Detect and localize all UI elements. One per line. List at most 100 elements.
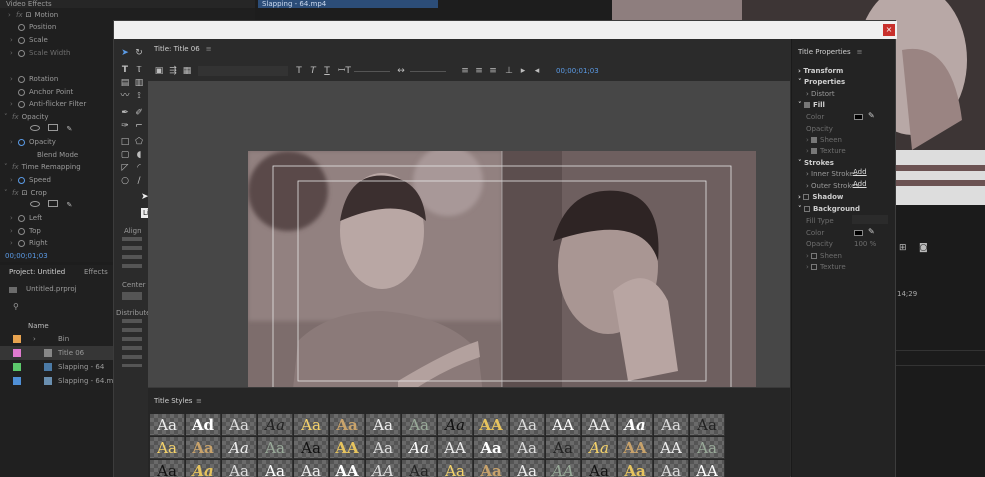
inner-strokes[interactable]: › Inner Strokes bbox=[806, 170, 857, 178]
props-menu-icon[interactable]: ≡ bbox=[857, 48, 863, 56]
rectangle-mask-icon[interactable] bbox=[48, 200, 59, 207]
italic-icon[interactable]: T bbox=[308, 66, 318, 76]
title-style-swatch[interactable]: Aa bbox=[222, 414, 257, 436]
title-style-swatch[interactable]: Aa bbox=[618, 460, 653, 477]
section-background[interactable]: ˅ Background bbox=[798, 205, 860, 213]
title-style-swatch[interactable]: Aa bbox=[366, 414, 401, 436]
stopwatch-icon[interactable] bbox=[18, 49, 25, 57]
rounded-corner-icon[interactable]: ◖ bbox=[134, 150, 144, 160]
add-anchor-icon[interactable]: ✑ bbox=[120, 121, 130, 131]
font-size-icon[interactable]: ꟷT bbox=[338, 66, 351, 76]
title-style-swatch[interactable]: Aa bbox=[294, 437, 329, 459]
fill-texture[interactable]: › Texture bbox=[806, 147, 846, 155]
title-style-swatch[interactable]: AA bbox=[618, 437, 653, 459]
title-style-swatch[interactable]: Aa bbox=[438, 414, 473, 436]
tab-stops-icon[interactable]: ⊥ bbox=[504, 66, 514, 76]
col-name[interactable]: Name bbox=[28, 322, 49, 330]
templates-icon[interactable]: ▦ bbox=[182, 66, 192, 76]
bold-icon[interactable]: T bbox=[294, 66, 304, 76]
rounded-rect-icon[interactable]: ▢ bbox=[120, 150, 130, 160]
fill-type-dropdown[interactable] bbox=[852, 215, 888, 224]
align-center-icon[interactable]: ≡ bbox=[474, 66, 484, 76]
stopwatch-icon[interactable] bbox=[18, 23, 25, 31]
title-style-swatch[interactable]: Aa bbox=[546, 437, 581, 459]
selection-tool-icon[interactable]: ➤ bbox=[120, 48, 130, 58]
camera-icon[interactable]: ◙ bbox=[919, 243, 928, 253]
title-style-swatch[interactable]: Aa bbox=[474, 437, 509, 459]
line-tool-icon[interactable]: ∕ bbox=[134, 176, 144, 186]
title-style-swatch[interactable]: Aa bbox=[258, 460, 293, 477]
stopwatch-icon[interactable] bbox=[18, 36, 25, 44]
rectangle-tool-icon[interactable]: □ bbox=[120, 137, 130, 147]
title-style-swatch[interactable]: Aa bbox=[510, 414, 545, 436]
stopwatch-icon[interactable] bbox=[18, 227, 25, 235]
new-title-icon[interactable]: ▣ bbox=[154, 66, 164, 76]
show-video-icon[interactable]: ▸ bbox=[518, 66, 528, 76]
insert-icon[interactable]: ⊞ bbox=[899, 243, 907, 253]
stopwatch-icon[interactable] bbox=[18, 138, 25, 146]
stopwatch-icon[interactable] bbox=[18, 75, 25, 83]
align-left-icon[interactable]: ≡ bbox=[460, 66, 470, 76]
title-style-swatch[interactable]: Aa bbox=[294, 414, 329, 436]
title-style-swatch[interactable]: Aa bbox=[618, 414, 653, 436]
kerning-field[interactable] bbox=[410, 71, 446, 72]
title-style-swatch[interactable]: Aa bbox=[258, 414, 293, 436]
title-style-swatch[interactable]: Aa bbox=[654, 414, 689, 436]
section-shadow[interactable]: › Shadow bbox=[798, 193, 843, 201]
pen-mask-icon[interactable]: ✎ bbox=[66, 125, 72, 133]
stopwatch-icon[interactable] bbox=[18, 176, 25, 184]
title-tab[interactable]: Title: Title 06 ≡ bbox=[154, 45, 212, 53]
title-style-swatch[interactable]: Aa bbox=[438, 460, 473, 477]
underline-icon[interactable]: T bbox=[322, 66, 332, 76]
add-inner-stroke-button[interactable]: Add bbox=[853, 168, 867, 176]
area-type-tool-icon[interactable]: ▤ bbox=[120, 78, 130, 88]
fill-sheen[interactable]: › Sheen bbox=[806, 136, 842, 144]
titler-timecode[interactable]: 00;00;01;03 bbox=[556, 67, 599, 75]
vertical-path-type-icon[interactable]: ⟟ bbox=[134, 91, 144, 101]
align-buttons[interactable] bbox=[122, 237, 142, 273]
close-button[interactable]: × bbox=[883, 24, 895, 36]
styles-menu-icon[interactable]: ≡ bbox=[196, 397, 202, 405]
pen-tool-icon[interactable]: ✒ bbox=[120, 108, 130, 118]
font-size-field[interactable] bbox=[354, 71, 390, 72]
roll-crawl-icon[interactable]: ⇶ bbox=[168, 66, 178, 76]
vertical-type-tool-icon[interactable]: Ⲧ bbox=[134, 65, 144, 75]
title-style-swatch[interactable]: Aa bbox=[582, 460, 617, 477]
arc-tool-icon[interactable]: ◜ bbox=[134, 163, 144, 173]
add-outer-stroke-button[interactable]: Add bbox=[853, 180, 867, 188]
ellipse-tool-icon[interactable]: ○ bbox=[120, 176, 130, 186]
center-buttons[interactable] bbox=[122, 292, 142, 300]
convert-anchor-icon[interactable]: ⌐ bbox=[134, 121, 144, 131]
title-style-swatch[interactable]: Aa bbox=[150, 414, 185, 436]
section-strokes[interactable]: ˅ Strokes bbox=[798, 159, 834, 167]
bg-color-swatch[interactable] bbox=[854, 230, 863, 236]
title-style-swatch[interactable]: AA bbox=[546, 414, 581, 436]
title-style-swatch[interactable]: AA bbox=[438, 437, 473, 459]
title-style-swatch[interactable]: Aa bbox=[474, 460, 509, 477]
title-style-swatch[interactable]: Aa bbox=[690, 414, 725, 436]
tab-effects[interactable]: Effects bbox=[84, 268, 108, 276]
title-style-swatch[interactable]: AA bbox=[582, 414, 617, 436]
title-style-swatch[interactable]: Aa bbox=[294, 460, 329, 477]
section-properties[interactable]: ˅ Properties bbox=[798, 78, 845, 86]
title-style-swatch[interactable]: Aa bbox=[258, 437, 293, 459]
title-style-swatch[interactable]: AA bbox=[654, 437, 689, 459]
bg-opacity-value[interactable]: 100 % bbox=[854, 240, 876, 248]
title-style-swatch[interactable]: Aa bbox=[222, 460, 257, 477]
list-item[interactable]: Slapping - 64.mp4 bbox=[0, 374, 122, 388]
align-right-icon[interactable]: ≡ bbox=[488, 66, 498, 76]
stopwatch-icon[interactable] bbox=[18, 239, 25, 247]
bg-texture[interactable]: › Texture bbox=[806, 263, 846, 271]
delete-anchor-icon[interactable]: ✐ bbox=[134, 108, 144, 118]
title-style-swatch[interactable]: Aa bbox=[150, 460, 185, 477]
ellipse-mask-icon[interactable] bbox=[30, 201, 40, 207]
title-style-swatch[interactable]: Aa bbox=[510, 460, 545, 477]
clip-name-bar[interactable]: Slapping - 64.mp4 bbox=[258, 0, 438, 8]
title-style-swatch[interactable]: Aa bbox=[582, 437, 617, 459]
stopwatch-icon[interactable] bbox=[18, 88, 25, 96]
clipped-corner-icon[interactable]: ⬠ bbox=[134, 137, 144, 147]
title-style-swatch[interactable]: Aa bbox=[654, 460, 689, 477]
title-style-swatch[interactable]: Aa bbox=[690, 437, 725, 459]
title-style-swatch[interactable]: Aa bbox=[510, 437, 545, 459]
title-style-swatch[interactable]: Aa bbox=[330, 414, 365, 436]
